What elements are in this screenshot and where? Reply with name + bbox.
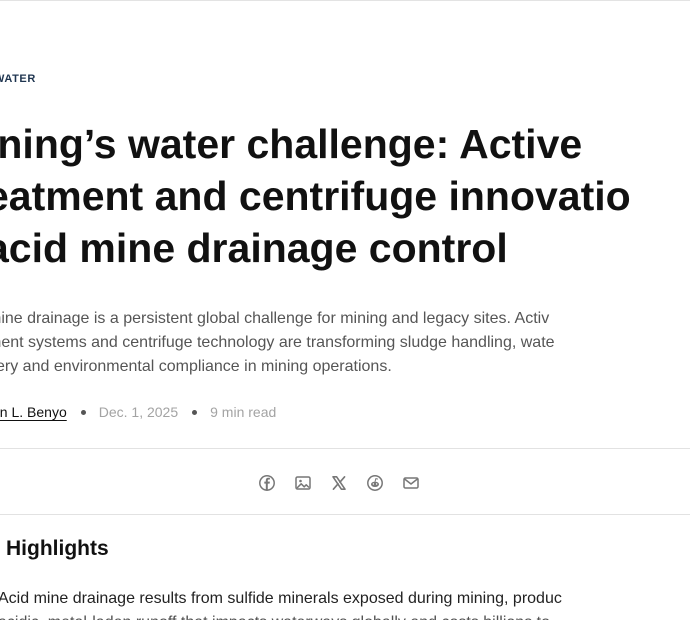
article-dek: mine drainage is a persistent global cha… — [0, 307, 690, 379]
read-time: 9 min read — [210, 404, 277, 420]
share-facebook-button[interactable] — [254, 470, 279, 495]
section-kicker[interactable]: WATER — [0, 73, 36, 85]
share-image-button[interactable] — [290, 470, 315, 495]
byline-separator — [192, 409, 198, 415]
facebook-icon — [258, 474, 275, 491]
dek-line: mine drainage is a persistent global cha… — [0, 310, 550, 327]
image-icon — [294, 475, 311, 490]
share-divider-top — [0, 448, 690, 449]
publish-date: Dec. 1, 2025 — [98, 404, 179, 420]
highlight-line: Acid mine drainage results from sulfide … — [0, 590, 562, 607]
highlights-heading: r Highlights — [0, 537, 109, 560]
byline-separator — [80, 409, 86, 415]
share-divider-bottom — [0, 514, 690, 515]
headline-line: acid mine drainage control — [0, 225, 508, 271]
byline: en L. Benyo Dec. 1, 2025 9 min read — [0, 402, 276, 422]
dek-line: ment systems and centrifuge technology a… — [0, 334, 555, 351]
headline-line: eatment and centrifuge innovatio — [0, 173, 631, 219]
share-email-button[interactable] — [398, 470, 423, 495]
share-reddit-button[interactable] — [362, 470, 387, 495]
email-icon — [402, 476, 419, 489]
x-icon — [331, 475, 346, 490]
share-bar — [254, 470, 423, 495]
share-x-button[interactable] — [326, 470, 351, 495]
article-headline: ining’s water challenge: Active eatment … — [0, 118, 690, 274]
highlight-item: Acid mine drainage results from sulfide … — [0, 587, 690, 620]
reddit-icon — [366, 474, 383, 491]
dek-line: very and environmental compliance in min… — [0, 358, 392, 375]
highlight-line: acidic, metal-laden runoff that impacts … — [0, 611, 690, 620]
article-page: WATER ining’s water challenge: Active ea… — [0, 0, 690, 620]
author-link[interactable]: en L. Benyo — [0, 402, 67, 422]
top-divider — [0, 0, 690, 1]
headline-line: ining’s water challenge: Active — [0, 121, 583, 167]
